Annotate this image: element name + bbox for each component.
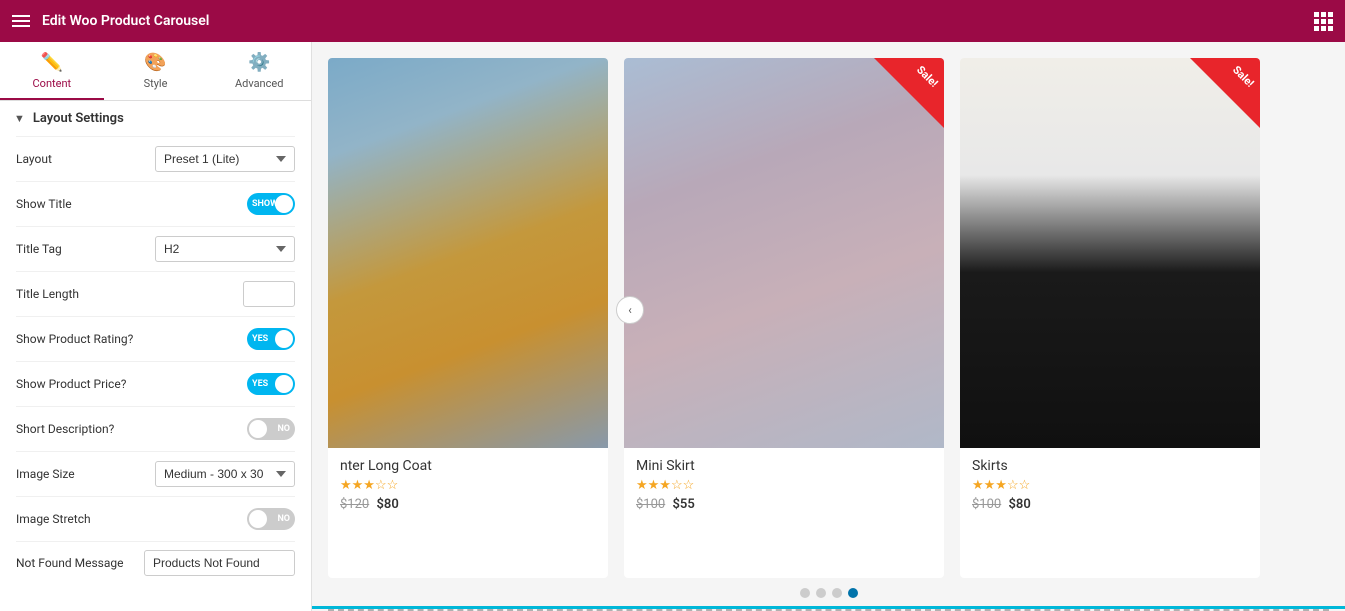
dot-4[interactable] <box>848 588 858 598</box>
show-price-toggle-wrap: YES <box>247 373 295 395</box>
product-info-3: Skirts ★★★☆☆ $100 $80 <box>960 448 1260 524</box>
title-length-label: Title Length <box>16 287 235 301</box>
product-info-1: nter Long Coat ★★★☆☆ $120 $80 <box>328 448 608 524</box>
product-new-price-2: $55 <box>672 497 694 512</box>
show-rating-toggle-wrap: YES <box>247 328 295 350</box>
section-arrow-icon: ▼ <box>14 112 25 125</box>
tab-content[interactable]: ✏️ Content <box>0 42 104 100</box>
image-stretch-row: Image Stretch NO <box>0 497 311 541</box>
tab-advanced[interactable]: ⚙️ Advanced <box>207 42 311 100</box>
image-stretch-toggle[interactable]: NO <box>247 508 295 530</box>
carousel-area: ‹ nter Long Coat ★★★☆☆ $120 $80 <box>312 42 1345 578</box>
show-title-toggle[interactable]: SHOW <box>247 193 295 215</box>
image-stretch-toggle-label: NO <box>277 514 290 524</box>
product-old-price-2: $100 <box>636 497 665 512</box>
product-stars-2: ★★★☆☆ <box>636 478 932 493</box>
hamburger-icon[interactable] <box>12 15 30 27</box>
tab-content-label: Content <box>33 77 72 90</box>
product-image-1 <box>328 58 608 448</box>
carousel-dots <box>312 578 1345 606</box>
product-image-3 <box>960 58 1260 448</box>
image-stretch-label: Image Stretch <box>16 512 239 526</box>
title-tag-row: Title Tag H2 <box>0 227 311 271</box>
tab-style[interactable]: 🎨 Style <box>104 42 208 100</box>
title-tag-label: Title Tag <box>16 242 147 256</box>
not-found-input[interactable] <box>144 550 295 576</box>
product-old-price-3: $100 <box>972 497 1001 512</box>
grid-icon[interactable] <box>1314 12 1333 31</box>
sidebar-content: ▼ Layout Settings Layout Preset 1 (Lite)… <box>0 101 311 611</box>
title-tag-select[interactable]: H2 <box>155 236 295 262</box>
short-desc-toggle[interactable]: NO <box>247 418 295 440</box>
pencil-icon: ✏️ <box>41 52 63 73</box>
main-area: ✏️ Content 🎨 Style ⚙️ Advanced ▼ Layout … <box>0 42 1345 611</box>
sidebar: ✏️ Content 🎨 Style ⚙️ Advanced ▼ Layout … <box>0 42 312 611</box>
product-price-2: $100 $55 <box>636 497 932 512</box>
layout-settings-section[interactable]: ▼ Layout Settings <box>0 101 311 136</box>
show-price-label: Show Product Price? <box>16 377 239 391</box>
short-desc-label: Short Description? <box>16 422 239 436</box>
section-title: Layout Settings <box>33 111 124 126</box>
dot-3[interactable] <box>832 588 842 598</box>
short-desc-row: Short Description? NO <box>0 407 311 451</box>
top-bar: Edit Woo Product Carousel <box>0 0 1345 42</box>
tabs: ✏️ Content 🎨 Style ⚙️ Advanced <box>0 42 311 101</box>
product-name-1: nter Long Coat <box>340 458 596 474</box>
not-found-label: Not Found Message <box>16 556 136 570</box>
show-rating-label: Show Product Rating? <box>16 332 239 346</box>
image-size-select[interactable]: Medium - 300 x 30 <box>155 461 295 487</box>
product-new-price-3: $80 <box>1008 497 1030 512</box>
title-length-row: Title Length <box>0 272 311 316</box>
image-stretch-toggle-wrap: NO <box>247 508 295 530</box>
short-desc-toggle-label: NO <box>277 424 290 434</box>
palette-icon: 🎨 <box>144 52 166 73</box>
preview-area: ‹ nter Long Coat ★★★☆☆ $120 $80 <box>312 42 1345 611</box>
show-rating-row: Show Product Rating? YES <box>0 317 311 361</box>
product-image-2 <box>624 58 944 448</box>
product-image-wrapper-3: Sale! <box>960 58 1260 448</box>
image-size-label: Image Size <box>16 467 147 481</box>
not-found-row: Not Found Message <box>0 542 311 584</box>
show-title-toggle-wrap: SHOW <box>247 193 295 215</box>
show-title-row: Show Title SHOW <box>0 182 311 226</box>
show-title-toggle-label: SHOW <box>252 199 278 209</box>
page-title: Edit Woo Product Carousel <box>42 13 1302 29</box>
product-name-2: Mini Skirt <box>636 458 932 474</box>
show-rating-toggle[interactable]: YES <box>247 328 295 350</box>
product-stars-3: ★★★☆☆ <box>972 478 1248 493</box>
carousel-prev-button[interactable]: ‹ <box>616 296 644 324</box>
short-desc-toggle-wrap: NO <box>247 418 295 440</box>
dot-1[interactable] <box>800 588 810 598</box>
product-new-price-1: $80 <box>376 497 398 512</box>
layout-row: Layout Preset 1 (Lite) <box>0 137 311 181</box>
layout-label: Layout <box>16 152 147 166</box>
show-price-row: Show Product Price? YES <box>0 362 311 406</box>
product-stars-1: ★★★☆☆ <box>340 478 596 493</box>
product-image-wrapper-2: Sale! <box>624 58 944 448</box>
product-price-1: $120 $80 <box>340 497 596 512</box>
chevron-left-icon: ‹ <box>628 303 632 317</box>
tab-style-label: Style <box>144 77 168 90</box>
show-price-toggle[interactable]: YES <box>247 373 295 395</box>
dot-2[interactable] <box>816 588 826 598</box>
product-price-3: $100 $80 <box>972 497 1248 512</box>
show-title-label: Show Title <box>16 197 239 211</box>
product-card-2: Sale! Mini Skirt ★★★☆☆ $100 $55 <box>624 58 944 578</box>
image-size-row: Image Size Medium - 300 x 30 <box>0 452 311 496</box>
show-price-toggle-label: YES <box>252 379 268 389</box>
product-old-price-1: $120 <box>340 497 369 512</box>
product-info-2: Mini Skirt ★★★☆☆ $100 $55 <box>624 448 944 524</box>
layout-select[interactable]: Preset 1 (Lite) <box>155 146 295 172</box>
title-length-input[interactable] <box>243 281 295 307</box>
tab-advanced-label: Advanced <box>235 77 283 90</box>
gear-icon: ⚙️ <box>248 52 270 73</box>
product-card-3: Sale! Skirts ★★★☆☆ $100 $80 <box>960 58 1260 578</box>
show-rating-toggle-label: YES <box>252 334 268 344</box>
product-name-3: Skirts <box>972 458 1248 474</box>
product-card-1: nter Long Coat ★★★☆☆ $120 $80 <box>328 58 608 578</box>
